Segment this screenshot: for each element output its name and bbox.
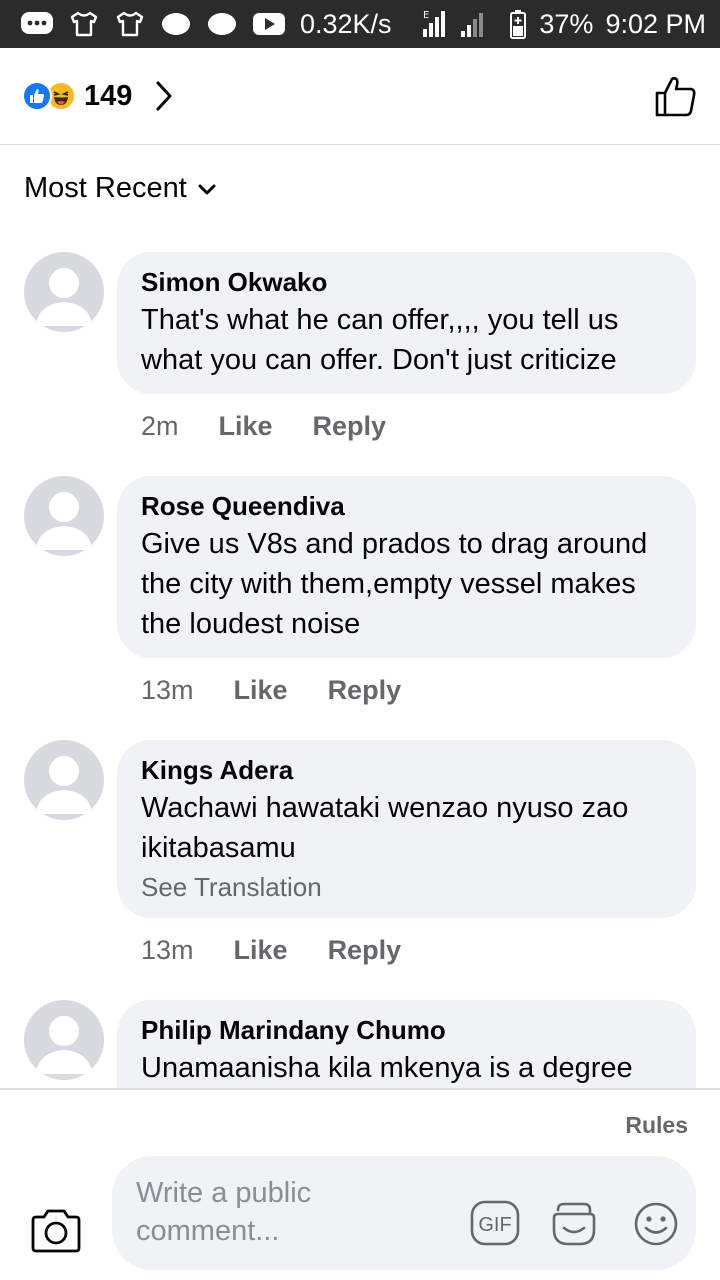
comment-input[interactable]: Write a public comment... GIF xyxy=(112,1156,696,1270)
messenger-notification-icon xyxy=(20,10,54,38)
network-speed: 0.32K/s xyxy=(300,8,392,39)
svg-text:E: E xyxy=(423,10,429,21)
avatar[interactable] xyxy=(24,740,104,820)
comment-text: Unamaanisha kila mkenya is a degree hold… xyxy=(141,1052,633,1084)
reply-button[interactable]: Reply xyxy=(328,675,402,706)
default-avatar-icon xyxy=(36,492,92,550)
reply-button[interactable]: Reply xyxy=(328,935,402,966)
like-button[interactable]: Like xyxy=(234,675,288,706)
see-translation-link[interactable]: See Translation xyxy=(141,870,672,904)
comment: Kings Adera Wachawi hawataki wenzao nyus… xyxy=(0,740,720,970)
default-avatar-icon xyxy=(36,268,92,326)
avatar[interactable] xyxy=(24,1000,104,1080)
avatar[interactable] xyxy=(24,252,104,332)
sticker-icon[interactable] xyxy=(550,1200,598,1248)
battery-icon xyxy=(509,9,527,39)
default-avatar-icon xyxy=(36,1016,92,1074)
clock: 9:02 PM xyxy=(605,8,706,39)
comment: Rose Queendiva Give us V8s and prados to… xyxy=(0,476,720,710)
like-button[interactable]: Like xyxy=(219,411,273,442)
comment-text: Wachawi hawataki wenzao nyuso zao ikitab… xyxy=(141,792,629,864)
comment-author[interactable]: Rose Queendiva xyxy=(141,490,672,522)
comment-input-placeholder: Write a public comment... xyxy=(136,1177,312,1247)
rules-link[interactable]: Rules xyxy=(625,1112,688,1139)
reactions-header: 149 xyxy=(0,48,720,145)
comment-author[interactable]: Philip Marindany Chumo xyxy=(141,1014,672,1046)
comment: Simon Okwako That's what he can offer,,,… xyxy=(0,252,720,446)
default-avatar-icon xyxy=(36,756,92,814)
app-icon xyxy=(160,10,192,38)
comments-list: Simon Okwako That's what he can offer,,,… xyxy=(0,252,720,1088)
chevron-right-icon[interactable] xyxy=(154,80,174,112)
sort-dropdown[interactable]: Most Recent xyxy=(24,172,217,205)
shirt-icon xyxy=(114,10,146,38)
sort-label: Most Recent xyxy=(24,172,187,204)
status-bar: 0.32K/s E 37% 9:02 PM xyxy=(0,0,720,48)
youtube-icon xyxy=(252,10,286,38)
comment-time: 13m xyxy=(141,674,194,705)
reaction-count: 149 xyxy=(84,79,133,112)
app-icon xyxy=(206,10,238,38)
comment: Philip Marindany Chumo Unamaanisha kila … xyxy=(0,1000,720,1088)
comment-bubble[interactable]: Kings Adera Wachawi hawataki wenzao nyus… xyxy=(117,740,696,918)
shirt-icon xyxy=(68,10,100,38)
thumbs-up-icon[interactable] xyxy=(654,74,698,118)
comment-text: That's what he can offer,,,, you tell us… xyxy=(141,304,619,376)
signal-icon: E xyxy=(421,9,497,39)
comment-time: 13m xyxy=(141,934,194,965)
comment-text: Give us V8s and prados to drag around th… xyxy=(141,528,648,640)
battery-level: 37% xyxy=(539,8,594,39)
gif-icon[interactable]: GIF xyxy=(470,1200,520,1246)
camera-icon[interactable] xyxy=(30,1208,82,1259)
like-button[interactable]: Like xyxy=(234,935,288,966)
comment-time: 2m xyxy=(141,410,179,441)
like-icon xyxy=(22,81,52,111)
comment-bubble[interactable]: Rose Queendiva Give us V8s and prados to… xyxy=(117,476,696,658)
comment-author[interactable]: Kings Adera xyxy=(141,754,672,786)
avatar[interactable] xyxy=(24,476,104,556)
svg-text:GIF: GIF xyxy=(478,1214,511,1236)
reactions-summary[interactable]: 149 xyxy=(22,80,174,113)
comment-bubble[interactable]: Simon Okwako That's what he can offer,,,… xyxy=(117,252,696,394)
comment-author[interactable]: Simon Okwako xyxy=(141,266,672,298)
reply-button[interactable]: Reply xyxy=(313,411,387,442)
comment-bubble[interactable]: Philip Marindany Chumo Unamaanisha kila … xyxy=(117,1000,696,1088)
comment-composer: Rules Write a public comment... GIF xyxy=(0,1088,720,1280)
emoji-icon[interactable] xyxy=(632,1200,680,1248)
chevron-down-icon xyxy=(197,172,217,205)
